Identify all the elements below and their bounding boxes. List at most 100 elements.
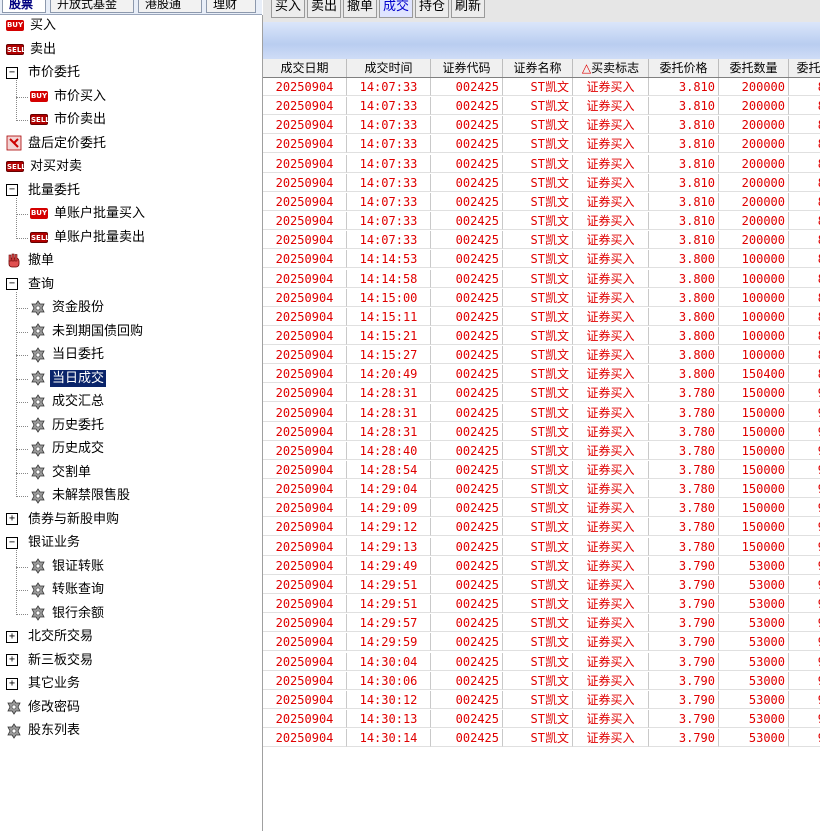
sidebar-item[interactable]: + 新三板交易: [6, 650, 95, 672]
col-security-name-header[interactable]: 证券名称: [503, 59, 573, 77]
table-row[interactable]: 20250904 14:29:09 002425 ST凯文 证券买入 3.780 15000…: [263, 499, 820, 518]
sidebar-item[interactable]: 交割单: [30, 462, 93, 484]
sidebar-item[interactable]: 银证转账: [30, 556, 106, 578]
sidebar-item[interactable]: 股东列表: [6, 720, 82, 742]
table-row[interactable]: 20250904 14:15:11 002425 ST凯文 证券买入 3.800 10000…: [263, 307, 820, 326]
sidebar-item[interactable]: 未到期国债回购: [30, 321, 145, 343]
col-security-code-header[interactable]: 证券代码: [431, 59, 503, 77]
sidebar-item[interactable]: SELL 对买对卖: [6, 156, 84, 178]
table-row[interactable]: 20250904 14:30:06 002425 ST凯文 证券买入 3.790 53000…: [263, 671, 820, 690]
refresh-button[interactable]: 刷新: [451, 0, 486, 18]
table-row[interactable]: 20250904 14:29:12 002425 ST凯文 证券买入 3.780 15000…: [263, 518, 820, 537]
sidebar-item[interactable]: 银行余额: [30, 603, 106, 625]
table-row[interactable]: 20250904 14:28:31 002425 ST凯文 证券买入 3.780 15000…: [263, 403, 820, 422]
sidebar-item[interactable]: 历史委托: [30, 415, 106, 437]
expand-icon[interactable]: +: [6, 654, 18, 666]
sidebar-item[interactable]: + 其它业务: [6, 673, 82, 695]
col-order-qty-cell: 150000: [719, 537, 789, 556]
expand-icon[interactable]: +: [6, 677, 18, 690]
sidebar-item[interactable]: 资金股份: [30, 297, 106, 319]
expand-icon[interactable]: +: [6, 513, 18, 525]
cancel-order-button[interactable]: 撤单: [343, 0, 378, 18]
sidebar-item[interactable]: SELL 卖出: [6, 39, 58, 61]
table-row[interactable]: 20250904 14:15:00 002425 ST凯文 证券买入 3.800 10000…: [263, 288, 820, 307]
table-row[interactable]: 20250904 14:07:33 002425 ST凯文 证券买入 3.810 20000…: [263, 231, 820, 250]
table-row[interactable]: 20250904 14:30:04 002425 ST凯文 证券买入 3.790 53000…: [263, 652, 820, 671]
sidebar-item[interactable]: BUY 市价买入: [30, 86, 108, 108]
collapse-icon[interactable]: −: [6, 66, 18, 79]
col-trade-time-header[interactable]: 成交时间: [347, 59, 431, 77]
table-row[interactable]: 20250904 14:07:33 002425 ST凯文 证券买入 3.810 20000…: [263, 173, 820, 192]
sidebar-item[interactable]: SELL 单账户批量卖出: [30, 227, 147, 249]
table-row[interactable]: 20250904 14:07:33 002425 ST凯文 证券买入 3.810 20000…: [263, 212, 820, 231]
sidebar-item[interactable]: 撤单: [6, 250, 56, 272]
table-row[interactable]: 20250904 14:07:33 002425 ST凯文 证券买入 3.810 20000…: [263, 192, 820, 211]
table-row[interactable]: 20250904 14:28:40 002425 ST凯文 证券买入 3.780 15000…: [263, 441, 820, 460]
col-order-price-header[interactable]: 委托价格: [649, 59, 719, 77]
tab-open-fund[interactable]: 开放式基金: [50, 0, 134, 13]
query-gear-icon: [31, 440, 45, 457]
table-row[interactable]: 20250904 14:28:54 002425 ST凯文 证券买入 3.780 15000…: [263, 461, 820, 479]
sidebar-item[interactable]: 转账查询: [30, 579, 106, 601]
sidebar-item[interactable]: − 银证业务: [6, 532, 82, 554]
sidebar-item[interactable]: − 市价委托: [6, 62, 82, 84]
table-row[interactable]: 20250904 14:28:31 002425 ST凯文 证券买入 3.780 15000…: [263, 422, 820, 441]
col-trade-date-header[interactable]: 成交日期: [263, 59, 347, 77]
table-row[interactable]: 20250904 14:07:33 002425 ST凯文 证券买入 3.810 20000…: [263, 116, 820, 135]
positions-button[interactable]: 持仓: [415, 0, 450, 18]
col-side-cell: 证券买入: [573, 499, 649, 518]
col-extra-header[interactable]: 委托: [789, 59, 820, 77]
table-row[interactable]: 20250904 14:29:04 002425 ST凯文 证券买入 3.780 15000…: [263, 480, 820, 499]
sidebar-item[interactable]: 修改密码: [6, 697, 82, 719]
table-row[interactable]: 20250904 14:29:51 002425 ST凯文 证券买入 3.790 53000…: [263, 575, 820, 594]
sidebar-item[interactable]: 成交汇总: [30, 391, 106, 413]
tab-hk-connect[interactable]: 港股通: [138, 0, 202, 13]
table-row[interactable]: 20250904 14:29:59 002425 ST凯文 证券买入 3.790 53000…: [263, 633, 820, 652]
table-row[interactable]: 20250904 14:07:33 002425 ST凯文 证券买入 3.810 20000…: [263, 135, 820, 154]
table-row[interactable]: 20250904 14:29:51 002425 ST凯文 证券买入 3.790 53000…: [263, 595, 820, 614]
sidebar-item[interactable]: − 查询: [6, 274, 56, 296]
sidebar-item[interactable]: 历史成交: [30, 438, 106, 460]
table-row[interactable]: 20250904 14:14:53 002425 ST凯文 证券买入 3.800 10000…: [263, 250, 820, 269]
sidebar-item[interactable]: + 北交所交易: [6, 626, 95, 648]
collapse-icon[interactable]: −: [6, 184, 18, 196]
table-row[interactable]: 20250904 14:07:33 002425 ST凯文 证券买入 3.810 20000…: [263, 154, 820, 173]
sidebar-item[interactable]: 当日委托: [30, 344, 106, 366]
col-order-price-cell: 3.800: [649, 269, 719, 288]
table-row[interactable]: 20250904 14:29:13 002425 ST凯文 证券买入 3.780 15000…: [263, 537, 820, 556]
sidebar-item[interactable]: 未解禁限售股: [30, 485, 132, 507]
col-side-header[interactable]: △买卖标志: [573, 59, 649, 77]
table-row[interactable]: 20250904 14:15:21 002425 ST凯文 证券买入 3.800 10000…: [263, 326, 820, 345]
col-side-cell: 证券买入: [573, 173, 649, 192]
table-row[interactable]: 20250904 14:14:58 002425 ST凯文 证券买入 3.800 10000…: [263, 269, 820, 288]
tab-stocks[interactable]: 股票: [2, 0, 46, 13]
sidebar-item[interactable]: SELL 市价卖出: [30, 109, 108, 131]
col-extra-cell: 8: [789, 116, 820, 135]
sidebar-item[interactable]: BUY 买入: [6, 15, 58, 37]
sidebar-item[interactable]: 当日成交: [30, 368, 107, 390]
table-row[interactable]: 20250904 14:29:57 002425 ST凯文 证券买入 3.790 53000…: [263, 614, 820, 633]
sell-button[interactable]: 卖出: [307, 0, 342, 18]
sidebar-item[interactable]: + 债券与新股申购: [6, 509, 121, 531]
table-row[interactable]: 20250904 14:07:33 002425 ST凯文 证券买入 3.810 20000…: [263, 78, 820, 96]
col-order-qty-header[interactable]: 委托数量: [719, 59, 789, 77]
collapse-icon[interactable]: −: [6, 278, 18, 290]
table-row[interactable]: 20250904 14:28:31 002425 ST凯文 证券买入 3.780 15000…: [263, 384, 820, 403]
table-row[interactable]: 20250904 14:15:27 002425 ST凯文 证券买入 3.800 10000…: [263, 346, 820, 365]
tree-connector: [16, 197, 17, 239]
collapse-icon[interactable]: −: [6, 536, 18, 549]
sidebar-item[interactable]: BUY 单账户批量买入: [30, 203, 147, 225]
table-row[interactable]: 20250904 14:29:49 002425 ST凯文 证券买入 3.790 53000…: [263, 556, 820, 575]
table-row[interactable]: 20250904 14:20:49 002425 ST凯文 证券买入 3.800 15040…: [263, 365, 820, 384]
sidebar-item[interactable]: − 批量委托: [6, 180, 82, 202]
table-row[interactable]: 20250904 14:30:13 002425 ST凯文 证券买入 3.790 53000…: [263, 709, 820, 728]
table-row[interactable]: 20250904 14:30:14 002425 ST凯文 证券买入 3.790 53000…: [263, 729, 820, 748]
table-row[interactable]: 20250904 14:07:33 002425 ST凯文 证券买入 3.810 20000…: [263, 97, 820, 116]
tab-wealth[interactable]: 理财: [206, 0, 256, 13]
buy-button[interactable]: 买入: [271, 0, 306, 18]
col-security-code-cell: 002425: [431, 537, 503, 556]
sidebar-item[interactable]: 盘后定价委托: [6, 133, 108, 155]
table-row[interactable]: 20250904 14:30:12 002425 ST凯文 证券买入 3.790 53000…: [263, 690, 820, 709]
expand-icon[interactable]: +: [6, 630, 18, 643]
trades-button[interactable]: 成交: [379, 0, 414, 18]
